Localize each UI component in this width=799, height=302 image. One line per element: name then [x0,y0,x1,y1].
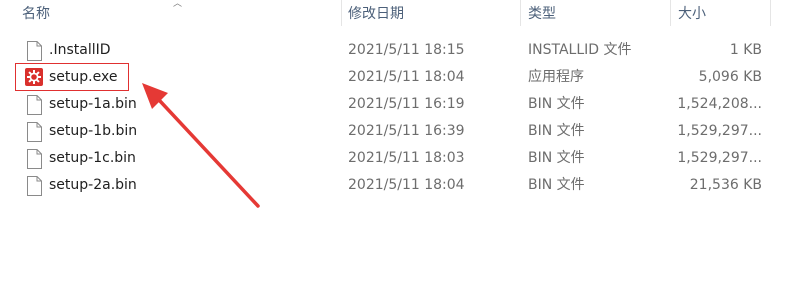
red-arrow-icon [142,83,260,208]
